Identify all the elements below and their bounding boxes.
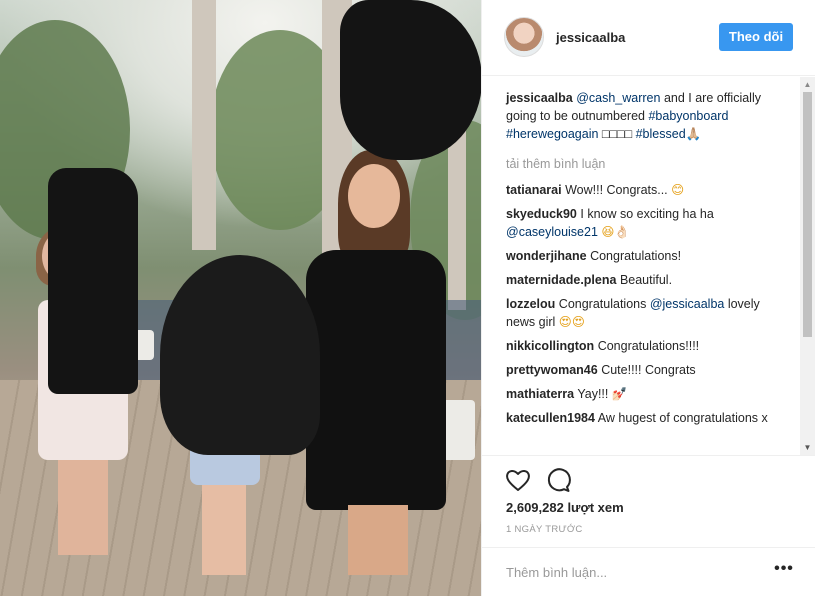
- balloon-number-three: [340, 0, 482, 160]
- post-media[interactable]: [0, 0, 482, 596]
- follow-button[interactable]: Theo dõi: [719, 23, 793, 51]
- post-date[interactable]: 1 NGÀY TRƯỚC: [506, 524, 583, 535]
- comment-username[interactable]: tatianarai: [506, 183, 562, 197]
- comment-username[interactable]: skyeduck90: [506, 207, 577, 221]
- comment-item: skyeduck90 I know so exciting ha ha @cas…: [506, 205, 791, 241]
- load-more-comments[interactable]: tải thêm bình luận: [506, 155, 791, 173]
- post-actions: 2,609,282 lượt xem 1 NGÀY TRƯỚC: [482, 455, 815, 547]
- comment-icon[interactable]: [544, 466, 572, 494]
- comment-text: Beautiful.: [619, 273, 673, 287]
- comment-text: Congratulations!: [590, 249, 682, 263]
- comment-text: Yay!!!: [577, 387, 612, 401]
- comment-text: I know so exciting ha ha: [580, 207, 714, 221]
- balloon-number-one: [48, 168, 138, 394]
- comment-text: Congratulations: [558, 297, 650, 311]
- post-caption: jessicaalba @cash_warren and I are offic…: [506, 89, 791, 143]
- comments-scrollbar[interactable]: ▲ ▼: [800, 77, 815, 455]
- header-username[interactable]: jessicaalba: [556, 30, 625, 45]
- scrollbar-thumb[interactable]: [803, 92, 812, 337]
- comment-item: prettywoman46 Cute!!!! Congrats: [506, 361, 791, 379]
- caption-username[interactable]: jessicaalba: [506, 91, 573, 105]
- comment-username[interactable]: wonderjihane: [506, 249, 587, 263]
- comment-item: lozzelou Congratulations @jessicaalba lo…: [506, 295, 791, 331]
- comment-input[interactable]: [506, 562, 756, 582]
- comment-mention[interactable]: @jessicaalba: [650, 297, 725, 311]
- comment-username[interactable]: katecullen1984: [506, 411, 595, 425]
- caption-emoji: 🙏🏼: [685, 127, 702, 141]
- caption-emojis: □□□□: [598, 127, 636, 141]
- balloon-number-two: [160, 255, 320, 455]
- hashtag-link[interactable]: #herewegoagain: [506, 127, 598, 141]
- comment-item: maternidade.plena Beautiful.: [506, 271, 791, 289]
- post-sidebar: jessicaalba Theo dõi jessicaalba @cash_w…: [482, 0, 815, 596]
- comment-item: nikkicollington Congratulations!!!!: [506, 337, 791, 355]
- avatar[interactable]: [504, 17, 544, 57]
- comments-panel[interactable]: jessicaalba @cash_warren and I are offic…: [482, 77, 815, 455]
- comment-emoji: 😍😍: [558, 315, 585, 329]
- hashtag-link[interactable]: #babyonboard: [648, 109, 728, 123]
- media-palm-trunk: [192, 0, 216, 250]
- comment-username[interactable]: prettywoman46: [506, 363, 598, 377]
- comment-username[interactable]: nikkicollington: [506, 339, 594, 353]
- more-options-icon[interactable]: •••: [770, 560, 798, 584]
- comment-text: Aw hugest of congratulations x: [597, 411, 768, 425]
- comment-item: wonderjihane Congratulations!: [506, 247, 791, 265]
- comment-username[interactable]: maternidade.plena: [506, 273, 616, 287]
- view-count[interactable]: 2,609,282 lượt xem: [506, 500, 624, 515]
- media-woman: [298, 150, 448, 590]
- comment-text: Congratulations!!!!: [597, 339, 700, 353]
- comment-item: mathiaterra Yay!!! 💅🏻: [506, 385, 791, 403]
- media-palm-trunk: [448, 130, 466, 310]
- scroll-down-icon[interactable]: ▼: [800, 440, 815, 455]
- comment-mention[interactable]: @caseylouise21: [506, 225, 598, 239]
- comment-username[interactable]: mathiaterra: [506, 387, 574, 401]
- comment-emoji: 😊: [671, 183, 685, 197]
- comment-username[interactable]: lozzelou: [506, 297, 555, 311]
- post-header: jessicaalba Theo dõi: [482, 0, 815, 76]
- comment-emoji: 💅🏻: [611, 387, 628, 401]
- heart-icon[interactable]: [504, 466, 532, 494]
- comment-item: tatianarai Wow!!! Congrats... 😊: [506, 181, 791, 199]
- caption-mention[interactable]: @cash_warren: [576, 91, 660, 105]
- scroll-up-icon[interactable]: ▲: [800, 77, 815, 92]
- add-comment-section: •••: [482, 547, 815, 596]
- comment-text: Wow!!! Congrats...: [565, 183, 672, 197]
- comment-item: katecullen1984 Aw hugest of congratulati…: [506, 409, 791, 427]
- comment-text: Cute!!!! Congrats: [601, 363, 696, 377]
- comment-emoji: 😆👌🏻: [597, 225, 630, 239]
- hashtag-link[interactable]: #blessed: [636, 127, 686, 141]
